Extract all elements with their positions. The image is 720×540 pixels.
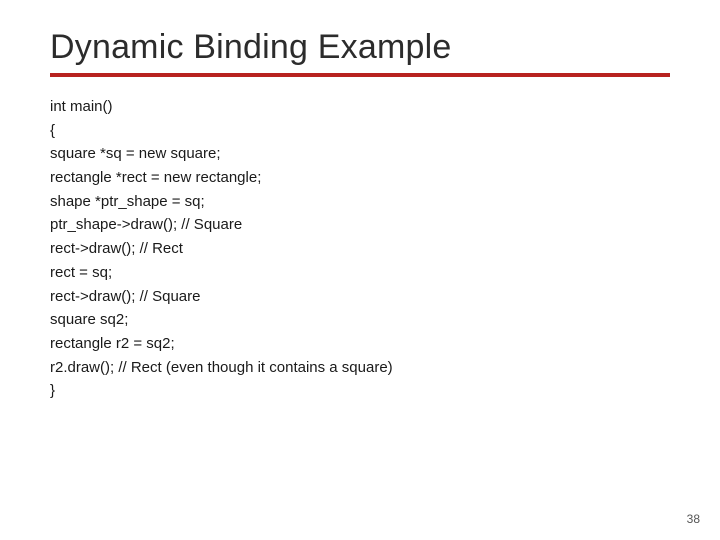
code-line: rect = sq; xyxy=(50,261,670,285)
code-line: rect->draw(); // Square xyxy=(50,285,670,309)
code-line: square sq2; xyxy=(50,308,670,332)
page-number: 38 xyxy=(687,512,700,526)
code-line: r2.draw(); // Rect (even though it conta… xyxy=(50,356,670,380)
title-underline xyxy=(50,73,670,77)
code-block: int main() { square *sq = new square; re… xyxy=(50,95,670,403)
code-line: square *sq = new square; xyxy=(50,142,670,166)
code-line: ptr_shape->draw(); // Square xyxy=(50,213,670,237)
code-line: rectangle r2 = sq2; xyxy=(50,332,670,356)
code-line: } xyxy=(50,379,670,403)
code-line: shape *ptr_shape = sq; xyxy=(50,190,670,214)
slide: Dynamic Binding Example int main() { squ… xyxy=(0,0,720,540)
code-line: rect->draw(); // Rect xyxy=(50,237,670,261)
slide-title: Dynamic Binding Example xyxy=(50,28,670,67)
code-line: { xyxy=(50,119,670,143)
code-line: rectangle *rect = new rectangle; xyxy=(50,166,670,190)
code-line: int main() xyxy=(50,95,670,119)
